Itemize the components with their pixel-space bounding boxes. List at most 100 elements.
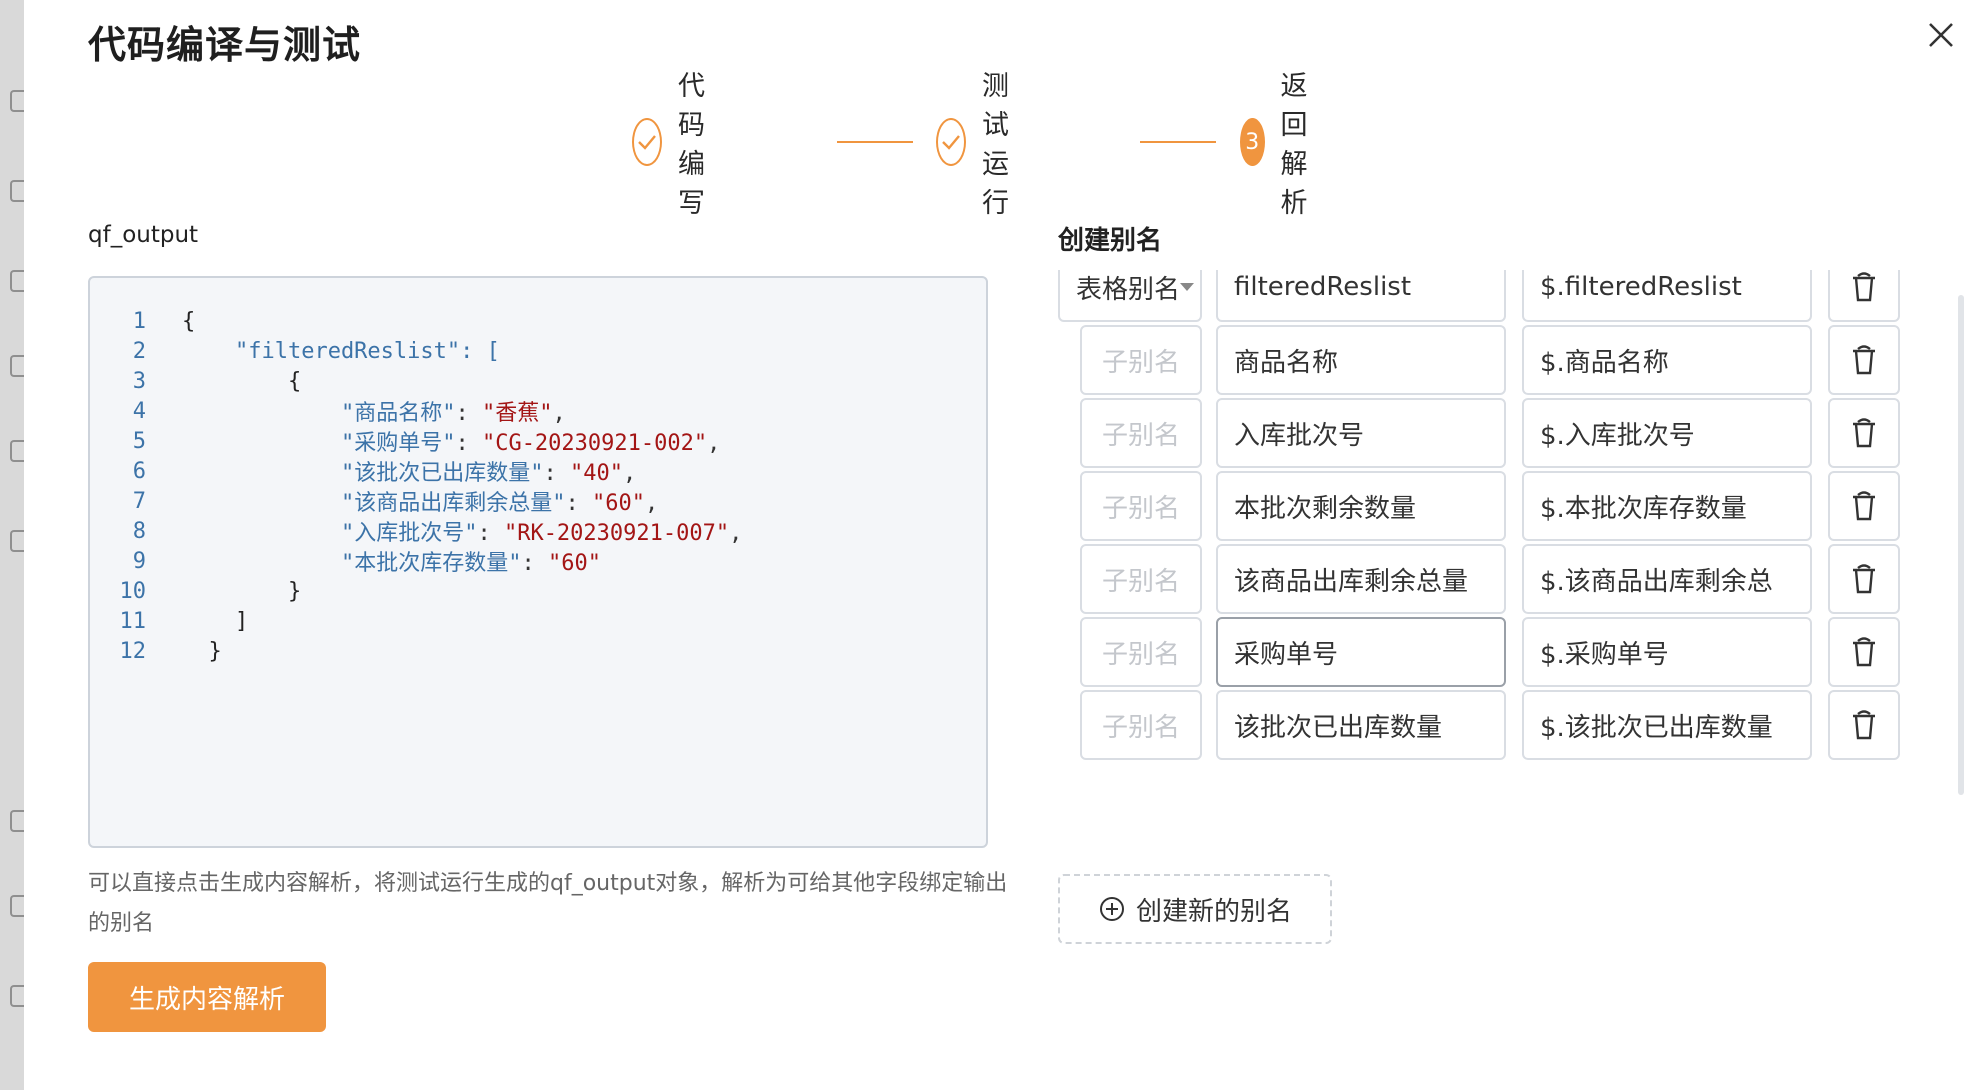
close-button[interactable] <box>1924 18 1958 52</box>
code-line: 9 "本批次库存数量": "60" <box>90 546 986 577</box>
close-icon <box>1929 23 1953 47</box>
json-value: "40" <box>569 461 623 486</box>
compile-test-modal: 代码编译与测试 代码编写 测试运行 3 返回解析 qf_output 1{2 "… <box>24 0 1974 1090</box>
code-line: 12 } <box>90 636 986 666</box>
sub-alias-input[interactable]: 子别名 <box>1080 617 1202 687</box>
code-text: "采购单号": "CG-20230921-002", <box>340 431 721 456</box>
sub-alias-row: 子别名 该批次已出库数量 $.该批次已出库数量 <box>1058 690 1958 760</box>
alias-name-input[interactable]: filteredReslist <box>1216 270 1506 322</box>
alias-pane-title: 创建别名 <box>1058 226 1163 256</box>
code-line: 1{ <box>90 306 986 336</box>
background-app-strip <box>0 0 24 1090</box>
code-line: 2 "filteredReslist": [ <box>90 336 986 366</box>
line-number: 6 <box>132 458 146 484</box>
caret-down-icon <box>1180 283 1195 291</box>
alias-path-input[interactable]: $.该批次已出库数量 <box>1522 690 1812 760</box>
delete-alias-button[interactable] <box>1828 471 1900 541</box>
code-line: 7 "该商品出库剩余总量": "60", <box>90 486 986 517</box>
code-line: 11 ] <box>90 606 986 636</box>
background-icon <box>10 530 24 552</box>
background-icon <box>10 810 24 832</box>
code-text: { <box>182 368 302 394</box>
delete-alias-button[interactable] <box>1828 270 1900 322</box>
alias-path-input[interactable]: $.filteredReslist <box>1522 270 1812 322</box>
json-key: "本批次库存数量" <box>340 551 522 576</box>
alias-name-input[interactable]: 该商品出库剩余总量 <box>1216 544 1506 614</box>
alias-name-input[interactable]: 本批次剩余数量 <box>1216 471 1506 541</box>
step-label: 返回解析 <box>1280 71 1308 219</box>
line-number: 10 <box>119 578 147 604</box>
json-key: "入库批次号" <box>340 521 478 546</box>
background-icon <box>10 895 24 917</box>
alias-type-value: 表格别名 <box>1076 274 1181 305</box>
json-key: "商品名称" <box>340 401 456 426</box>
alias-path-input[interactable]: $.本批次库存数量 <box>1522 471 1812 541</box>
create-alias-label: 创建新的别名 <box>1135 896 1292 927</box>
delete-alias-button[interactable] <box>1828 617 1900 687</box>
trash-icon <box>1853 345 1875 375</box>
background-icon <box>10 180 24 202</box>
create-alias-button[interactable]: 创建新的别名 <box>1058 874 1332 944</box>
step-number: 3 <box>1240 118 1265 166</box>
line-number: 5 <box>132 428 146 454</box>
sub-alias-row: 子别名 商品名称 $.商品名称 <box>1058 325 1958 395</box>
step-test-run: 测试运行 <box>936 71 1027 219</box>
code-text: "入库批次号": "RK-20230921-007", <box>340 521 743 546</box>
line-number: 8 <box>132 518 146 544</box>
check-icon <box>632 118 662 166</box>
code-line: 8 "入库批次号": "RK-20230921-007", <box>90 516 986 547</box>
code-text: "商品名称": "香蕉", <box>340 401 566 426</box>
alias-scrollbar[interactable] <box>1958 295 1964 795</box>
line-number: 11 <box>119 608 147 634</box>
code-text: ] <box>182 608 249 634</box>
parse-hint-text: 可以直接点击生成内容解析，将测试运行生成的qf_output对象，解析为可给其他… <box>88 871 1008 936</box>
background-icon <box>10 440 24 462</box>
background-icon <box>10 270 24 292</box>
alias-name-input[interactable]: 采购单号 <box>1216 617 1506 687</box>
alias-path-input[interactable]: $.采购单号 <box>1522 617 1812 687</box>
sub-alias-input[interactable]: 子别名 <box>1080 398 1202 468</box>
alias-path-input[interactable]: $.该商品出库剩余总 <box>1522 544 1812 614</box>
code-text: "本批次库存数量": "60" <box>340 551 601 576</box>
alias-path-input[interactable]: $.商品名称 <box>1522 325 1812 395</box>
code-text: { <box>182 308 196 334</box>
sub-alias-input[interactable]: 子别名 <box>1080 544 1202 614</box>
alias-list[interactable]: 表格别名 filteredReslist $.filteredReslist 子… <box>1058 270 1958 970</box>
code-text: "该批次已出库数量": "40", <box>340 461 637 486</box>
sub-alias-input[interactable]: 子别名 <box>1080 471 1202 541</box>
step-return-parse: 3 返回解析 <box>1240 71 1331 219</box>
json-key: "采购单号" <box>340 431 456 456</box>
trash-icon <box>1853 491 1875 521</box>
line-number: 12 <box>119 638 147 664</box>
json-value: "香蕉" <box>481 401 553 426</box>
alias-type-select[interactable]: 表格别名 <box>1058 270 1202 322</box>
check-icon <box>936 118 966 166</box>
code-text: "该商品出库剩余总量": "60", <box>340 491 659 516</box>
alias-name-input[interactable]: 商品名称 <box>1216 325 1506 395</box>
line-number: 7 <box>132 488 146 514</box>
sub-alias-input[interactable]: 子别名 <box>1080 325 1202 395</box>
trash-icon <box>1853 710 1875 740</box>
step-code-writing: 代码编写 <box>632 71 723 219</box>
alias-name-input[interactable]: 该批次已出库数量 <box>1216 690 1506 760</box>
delete-alias-button[interactable] <box>1828 398 1900 468</box>
sub-alias-row: 子别名 入库批次号 $.入库批次号 <box>1058 398 1958 468</box>
sub-alias-row: 子别名 本批次剩余数量 $.本批次库存数量 <box>1058 471 1958 541</box>
table-alias-row: 表格别名 filteredReslist $.filteredReslist <box>1058 270 1958 322</box>
delete-alias-button[interactable] <box>1828 544 1900 614</box>
step-connector <box>1140 141 1216 143</box>
sub-alias-input[interactable]: 子别名 <box>1080 690 1202 760</box>
json-key: "该批次已出库数量" <box>340 461 544 486</box>
code-line: 6 "该批次已出库数量": "40", <box>90 456 986 487</box>
code-line: 10 } <box>90 576 986 606</box>
delete-alias-button[interactable] <box>1828 690 1900 760</box>
trash-icon <box>1853 637 1875 667</box>
code-output-viewer[interactable]: 1{2 "filteredReslist": [3 {4 "商品名称": "香蕉… <box>88 276 988 848</box>
step-label: 测试运行 <box>982 71 1009 219</box>
alias-name-input[interactable]: 入库批次号 <box>1216 398 1506 468</box>
delete-alias-button[interactable] <box>1828 325 1900 395</box>
generate-parse-button[interactable]: 生成内容解析 <box>88 962 326 1032</box>
sub-alias-row: 子别名 该商品出库剩余总量 $.该商品出库剩余总 <box>1058 544 1958 614</box>
step-label: 代码编写 <box>678 71 705 219</box>
alias-path-input[interactable]: $.入库批次号 <box>1522 398 1812 468</box>
